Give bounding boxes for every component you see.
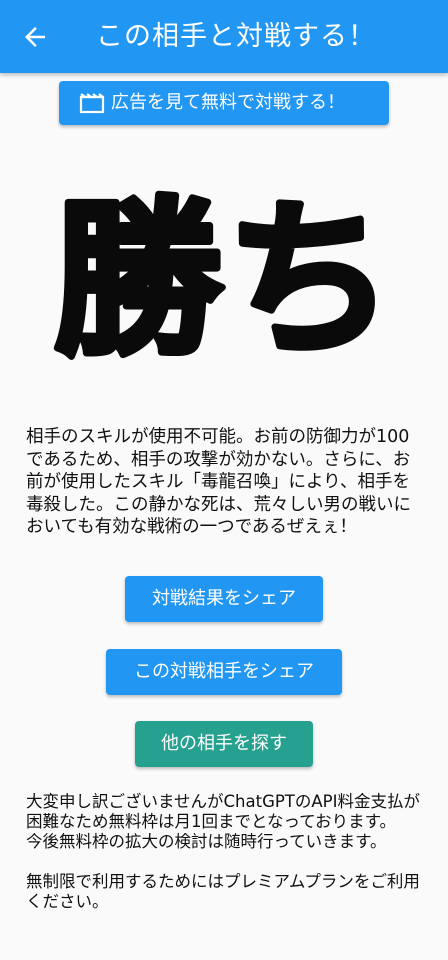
share-result-button[interactable]: 対戦結果をシェア [125,576,323,622]
back-button[interactable] [20,22,50,52]
notice-line: 今後無料枠の拡大の検討は随時行っていきます。 [26,832,387,851]
free-quota-notice: 大変申し訳ございませんがChatGPTのAPI料金支払が困難なため無料枠は月1回… [26,792,422,912]
notice-line: 無制限で利用するためにはプレミアムプランをご利用ください。 [26,872,420,911]
arrow-back-icon [25,27,45,47]
film-icon [79,93,105,114]
share-opponent-button[interactable]: この対戦相手をシェア [106,649,342,695]
result-description: 相手のスキルが使用不可能。お前の防御力が100であるため、相手の攻撃が効かない。… [26,427,411,537]
result-title: 勝ち [54,180,398,378]
watch-ad-battle-button[interactable]: 広告を見て無料で対戦する！ [59,81,389,125]
result-calligraphy: 勝ち [51,180,398,380]
watch-ad-battle-label: 広告を見て無料で対戦する！ [111,92,345,113]
app-bar: この相手と対戦する！ [0,0,448,73]
find-opponent-button[interactable]: 他の相手を探す [135,721,313,767]
page-title: この相手と対戦する！ [96,21,376,52]
notice-line: 大変申し訳ございませんがChatGPTのAPI料金支払が困難なため無料枠は月1回… [26,792,420,831]
